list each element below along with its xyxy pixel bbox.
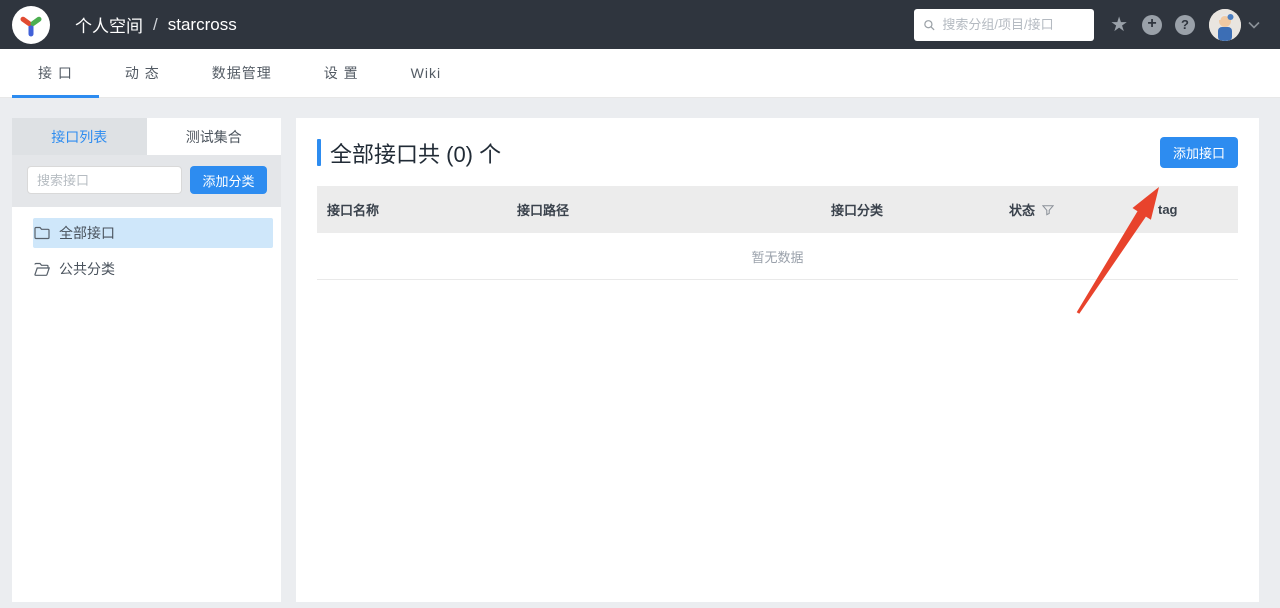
tab-activity[interactable]: 动 态: [99, 49, 186, 97]
sidebar-tabs: 接口列表 测试集合: [12, 118, 281, 155]
column-header-tag: tag: [1148, 202, 1238, 217]
column-header-name: 接口名称: [317, 200, 507, 219]
column-header-status: 状态: [999, 200, 1148, 219]
column-header-label: 状态: [1009, 203, 1036, 218]
table-empty-state: 暂无数据: [317, 233, 1238, 280]
status-filter-icon[interactable]: [1042, 204, 1055, 216]
avatar-image: [1209, 8, 1241, 41]
tree-item-all-interfaces[interactable]: 全部接口: [33, 218, 273, 248]
tree-item-label: 公共分类: [59, 261, 115, 277]
sidebar-head: 接口列表 测试集合 添加分类: [12, 118, 281, 207]
tab-interface[interactable]: 接 口: [12, 49, 99, 98]
add-category-button[interactable]: 添加分类: [190, 166, 267, 194]
tree-item-label: 全部接口: [59, 225, 115, 241]
breadcrumb-project: starcross: [167, 14, 237, 34]
plus-circle-icon[interactable]: +: [1142, 14, 1162, 35]
interface-panel: 全部接口共 (0) 个 添加接口 接口名称 接口路径 接口分类 状态 tag 暂…: [296, 118, 1259, 602]
column-header-label: 接口路径: [517, 203, 570, 218]
column-header-label: 接口名称: [327, 203, 380, 218]
breadcrumb: 个人空间 / starcross: [75, 12, 237, 37]
column-header-label: tag: [1158, 202, 1178, 217]
yapi-logo-icon[interactable]: [12, 5, 50, 44]
project-nav: 接 口 动 态 数据管理 设 置 Wiki: [0, 49, 1280, 98]
breadcrumb-group[interactable]: 个人空间: [75, 12, 143, 37]
panel-title: 全部接口共 (0) 个: [317, 137, 501, 169]
panel-title-text: 全部接口共 (0) 个: [330, 141, 502, 167]
app-header: 个人空间 / starcross ★ + ?: [0, 0, 1280, 49]
panel-header: 全部接口共 (0) 个 添加接口: [317, 136, 1238, 169]
table-header-row: 接口名称 接口路径 接口分类 状态 tag: [317, 186, 1238, 233]
tab-wiki-label: Wiki: [410, 65, 442, 81]
folder-icon: [34, 226, 50, 240]
global-search-box: [914, 8, 1095, 41]
add-interface-button[interactable]: 添加接口: [1160, 137, 1238, 168]
header-actions: ★ + ?: [914, 8, 1260, 41]
tab-data-manage[interactable]: 数据管理: [186, 49, 298, 97]
tab-wiki[interactable]: Wiki: [385, 49, 467, 97]
tab-test-collection-label: 测试集合: [185, 128, 242, 145]
title-accent-bar: [317, 139, 321, 166]
folder-open-icon: [34, 262, 50, 276]
column-header-path: 接口路径: [507, 200, 821, 219]
star-icon[interactable]: ★: [1110, 15, 1128, 35]
tab-interface-list[interactable]: 接口列表: [12, 118, 147, 155]
empty-state-text: 暂无数据: [751, 249, 804, 265]
chevron-down-icon[interactable]: [1248, 21, 1260, 29]
column-header-category: 接口分类: [821, 200, 999, 219]
sidebar-search-row: 添加分类: [12, 155, 281, 207]
tab-interface-list-label: 接口列表: [51, 128, 108, 145]
tab-data-manage-label: 数据管理: [211, 65, 272, 81]
interface-sidebar: 接口列表 测试集合 添加分类 全部接口: [12, 118, 281, 602]
interface-table: 接口名称 接口路径 接口分类 状态 tag 暂无数据: [317, 186, 1238, 280]
column-header-label: 接口分类: [831, 203, 884, 218]
tab-interface-label: 接 口: [38, 65, 73, 81]
category-tree: 全部接口 公共分类: [12, 207, 281, 602]
tab-test-collection[interactable]: 测试集合: [146, 118, 281, 155]
tab-settings-label: 设 置: [323, 65, 359, 81]
interface-search-input[interactable]: [27, 166, 182, 194]
search-icon: [924, 19, 935, 30]
user-avatar[interactable]: [1209, 8, 1241, 41]
content-layout: 接口列表 测试集合 添加分类 全部接口: [0, 98, 1280, 602]
yapi-logo-glyph: [20, 16, 42, 36]
question-circle-icon[interactable]: ?: [1175, 14, 1195, 35]
tab-activity-label: 动 态: [124, 65, 160, 81]
breadcrumb-separator: /: [153, 14, 158, 34]
tab-settings[interactable]: 设 置: [298, 49, 385, 97]
tree-item-public-category[interactable]: 公共分类: [33, 254, 273, 284]
global-search-input[interactable]: [942, 17, 1086, 32]
